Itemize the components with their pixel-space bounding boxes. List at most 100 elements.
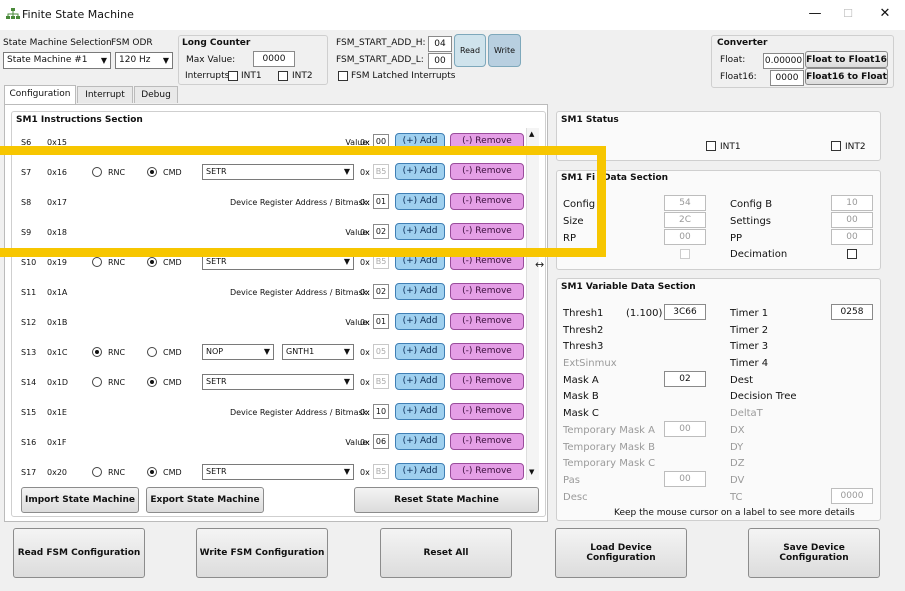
reset-all-button[interactable]: Reset All [380,528,512,578]
settings-input[interactable]: 00 [831,212,873,228]
opcode-select[interactable]: SETR ▼ [202,464,354,480]
rnc-radio[interactable] [92,377,102,387]
lc-int1-checkbox[interactable] [228,71,238,81]
hex-value-input[interactable]: 02 [373,224,389,239]
remove-button[interactable]: (-) Remove [450,133,524,150]
cmd-radio[interactable] [147,257,157,267]
add-button[interactable]: (+) Add [395,223,445,240]
opcode-select[interactable]: SETR ▼ [202,374,354,390]
hex-value-input[interactable]: B5 [373,374,389,389]
temp-mask-a-input[interactable]: 00 [664,421,706,437]
remove-button[interactable]: (-) Remove [450,313,524,330]
thresh1-input[interactable]: 3C66 [664,304,706,320]
opcode-select-value: NOP [206,347,224,356]
hex-value-input[interactable]: 01 [373,194,389,209]
reset-state-machine-button[interactable]: Reset State Machine [354,487,539,513]
write-start-button[interactable]: Write [488,34,521,67]
hex-value-input[interactable]: 01 [373,314,389,329]
pas-input[interactable]: 00 [664,471,706,487]
rnc-radio[interactable] [92,467,102,477]
scroll-down-icon[interactable]: ▼ [529,468,534,476]
remove-button[interactable]: (-) Remove [450,343,524,360]
float-to-float16-button[interactable]: Float to Float16 [805,51,888,68]
rnc-radio[interactable] [92,347,102,357]
mask-a-label: Mask A [563,375,599,386]
add-button[interactable]: (+) Add [395,313,445,330]
remove-button[interactable]: (-) Remove [450,253,524,270]
load-device-configuration-button[interactable]: Load Device Configuration [555,528,687,578]
add-button[interactable]: (+) Add [395,463,445,480]
configb-input[interactable]: 10 [831,195,873,211]
tc-input[interactable]: 0000 [831,488,873,504]
hex-value-input[interactable]: B5 [373,254,389,269]
latched-interrupts-checkbox[interactable] [338,71,348,81]
fsm-start-l-input[interactable]: 00 [428,53,452,69]
state-machine-select[interactable]: State Machine #1 ▼ [3,52,111,69]
timer1-input[interactable]: 0258 [831,304,873,320]
hex-value-input[interactable]: 00 [373,134,389,149]
size-input[interactable]: 2C [664,212,706,228]
add-button[interactable]: (+) Add [395,283,445,300]
float16-input[interactable]: 0000 [770,70,804,86]
remove-button[interactable]: (-) Remove [450,283,524,300]
rnc-radio[interactable] [92,257,102,267]
remove-button[interactable]: (-) Remove [450,373,524,390]
hex-value-input[interactable]: 06 [373,434,389,449]
fixed-data-title: SM1 Fi Data Section [561,173,668,183]
remove-button[interactable]: (-) Remove [450,163,524,180]
opcode-select[interactable]: SETR ▼ [202,164,354,180]
hex-value-input[interactable]: B5 [373,164,389,179]
add-button[interactable]: (+) Add [395,163,445,180]
hex-value-input[interactable]: B5 [373,464,389,479]
save-device-configuration-button[interactable]: Save Device Configuration [748,528,880,578]
mask-a-input[interactable]: 02 [664,371,706,387]
tab-debug[interactable]: Debug [134,86,178,103]
add-button[interactable]: (+) Add [395,133,445,150]
hex-value-input[interactable]: 10 [373,404,389,419]
remove-button[interactable]: (-) Remove [450,433,524,450]
float-input[interactable]: 0.00000 [763,53,804,69]
minimize-button[interactable]: — [800,4,830,24]
fsm-odr-select[interactable]: 120 Hz ▼ [115,52,173,69]
hex-value-input[interactable]: 02 [373,284,389,299]
instructions-scrollbar[interactable]: ▲ ▼ [526,128,539,480]
config-input[interactable]: 54 [664,195,706,211]
cmd-radio[interactable] [147,347,157,357]
cmd-radio[interactable] [147,167,157,177]
opcode-select[interactable]: SETR ▼ [202,254,354,270]
max-value-input[interactable]: 0000 [253,51,295,67]
write-fsm-configuration-button[interactable]: Write FSM Configuration [196,528,328,578]
remove-button[interactable]: (-) Remove [450,403,524,420]
hex-value-input[interactable]: 05 [373,344,389,359]
add-button[interactable]: (+) Add [395,403,445,420]
fsm-start-h-input[interactable]: 04 [428,36,452,52]
add-button[interactable]: (+) Add [395,193,445,210]
rp-input[interactable]: 00 [664,229,706,245]
pp-input[interactable]: 00 [831,229,873,245]
add-button[interactable]: (+) Add [395,253,445,270]
import-state-machine-button[interactable]: Import State Machine [21,487,139,513]
remove-button[interactable]: (-) Remove [450,223,524,240]
opcode-select[interactable]: NOP ▼ [202,344,274,360]
scroll-up-icon[interactable]: ▲ [529,130,534,138]
tab-configuration[interactable]: Configuration [4,85,76,104]
tab-interrupt[interactable]: Interrupt [77,86,133,103]
operand-select[interactable]: GNTH1 ▼ [282,344,354,360]
add-button[interactable]: (+) Add [395,373,445,390]
decimation-checkbox[interactable] [847,249,857,259]
cmd-radio[interactable] [147,467,157,477]
read-fsm-configuration-button[interactable]: Read FSM Configuration [13,528,145,578]
maximize-button[interactable]: ☐ [833,4,863,24]
float16-to-float-button[interactable]: Float16 to Float [805,68,888,85]
remove-button[interactable]: (-) Remove [450,463,524,480]
lc-int2-checkbox[interactable] [278,71,288,81]
read-start-button[interactable]: Read [454,34,486,67]
add-button[interactable]: (+) Add [395,433,445,450]
remove-button[interactable]: (-) Remove [450,193,524,210]
rnc-radio[interactable] [92,167,102,177]
cmd-radio[interactable] [147,377,157,387]
export-state-machine-button[interactable]: Export State Machine [146,487,264,513]
chevron-down-icon: ▼ [100,56,107,65]
close-button[interactable]: ✕ [870,4,900,24]
add-button[interactable]: (+) Add [395,343,445,360]
